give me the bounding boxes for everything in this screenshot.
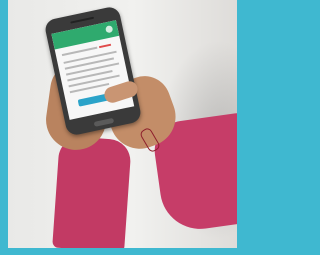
phone-screen [51, 20, 135, 120]
photo [8, 0, 237, 248]
app-icon [105, 25, 114, 34]
price-highlight [98, 43, 112, 49]
left-sleeve [52, 135, 132, 248]
home-button [93, 117, 115, 127]
phone-earpiece [70, 16, 95, 24]
